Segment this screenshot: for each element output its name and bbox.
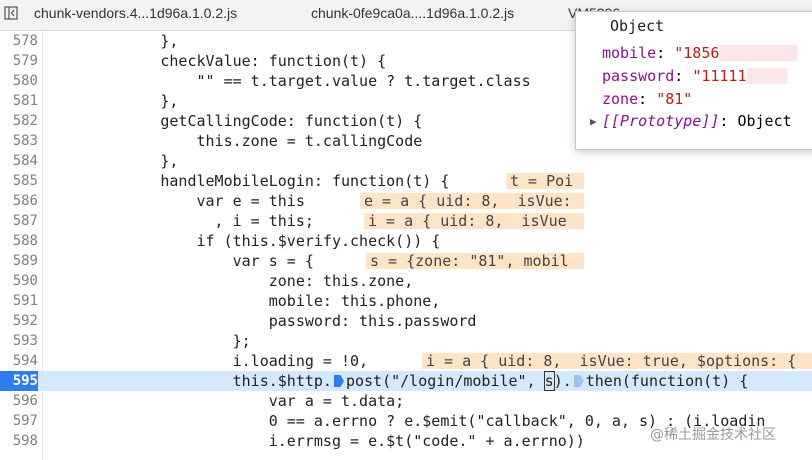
popup-title: Object [610, 17, 665, 35]
code-line: 586 var e = this e = a {_uid: 8, _isVue: [0, 191, 812, 211]
line-text: var e = this [52, 192, 305, 210]
line-number[interactable]: 596 [0, 391, 38, 411]
code-line: 590 zone: this.zone, [0, 271, 812, 291]
code-line: 588 if (this.$verify.check()) { [0, 231, 812, 251]
line-number[interactable]: 597 [0, 411, 38, 431]
hovered-variable[interactable]: s [543, 371, 555, 391]
line-text: handleMobileLogin: function(t) { [52, 172, 450, 190]
prototype-key: [[Prototype]] [602, 112, 720, 130]
line-number[interactable]: 578 [0, 31, 38, 51]
watermark: @稀土掘金技术社区 [650, 427, 776, 443]
line-number[interactable]: 585 [0, 171, 38, 191]
line-text: zone: this.zone, [52, 272, 414, 290]
line-text: , i = this; [52, 212, 314, 230]
line-number[interactable]: 581 [0, 91, 38, 111]
code-line-current: 595 this.$http. post("/login/mobile", s).… [0, 371, 812, 391]
line-text: var s = { [52, 252, 314, 270]
code-line: 585 handleMobileLogin: function(t) { t =… [0, 171, 812, 191]
line-text: password: this.password [52, 312, 477, 330]
inline-value-annotation[interactable]: i = a {_uid: 8, _isVue [364, 213, 584, 229]
call-args: ("/login/mobile", [382, 372, 545, 390]
inline-breakpoint-icon[interactable] [573, 375, 584, 387]
line-text: getCallingCode: function(t) { [52, 112, 423, 130]
property-value: "81" [656, 90, 693, 108]
line-number[interactable]: 592 [0, 311, 38, 331]
line-number[interactable]: 584 [0, 151, 38, 171]
property-key: zone [602, 90, 639, 108]
callback-args: (function(t) { [621, 372, 749, 390]
code-line: 591 mobile: this.phone, [0, 291, 812, 311]
code-line: 596 var a = t.data; [0, 391, 812, 411]
line-number[interactable]: 580 [0, 71, 38, 91]
object-property: zone: "81" [602, 90, 693, 108]
inline-value-annotation[interactable]: t = Poi [506, 173, 584, 189]
property-key: mobile [602, 44, 657, 62]
code-line: 587 , i = this; i = a {_uid: 8, _isVue [0, 211, 812, 231]
inline-breakpoint-icon[interactable] [333, 375, 344, 387]
object-property: password: "11111 [602, 67, 787, 85]
breakpoint-line-number[interactable]: 595 [0, 371, 38, 391]
line-number[interactable]: 588 [0, 231, 38, 251]
inline-value-annotation[interactable]: i = a {_uid: 8, _isVue: true, $options: … [422, 353, 812, 369]
inline-value-annotation[interactable]: s = {zone: "81", mobil [366, 253, 584, 269]
tab-chunk-vendors[interactable]: chunk-vendors.4...1d96a.1.0.2.js [34, 5, 237, 21]
line-text: }, [52, 32, 179, 50]
line-text: this.$http. post("/login/mobile", s). then… [52, 371, 748, 391]
line-number[interactable]: 598 [0, 431, 38, 451]
line-number[interactable]: 590 [0, 271, 38, 291]
line-text: i.errmsg = e.$t("code." + a.errno)) [52, 432, 585, 450]
line-number[interactable]: 589 [0, 251, 38, 271]
line-number[interactable]: 586 [0, 191, 38, 211]
variable-hover-popup[interactable]: Object mobile: "1856 password: "11111 zo… [575, 11, 812, 150]
line-text: }; [52, 332, 251, 350]
line-text: var a = t.data; [52, 392, 405, 410]
line-text: checkValue: function(t) { [52, 52, 387, 70]
line-number[interactable]: 591 [0, 291, 38, 311]
line-number[interactable]: 587 [0, 211, 38, 231]
line-text: "" == t.target.value ? t.target.class [52, 72, 531, 90]
code-line: 593 }; [0, 331, 812, 351]
line-text-prefix: this.$http. [52, 372, 332, 390]
line-number[interactable]: 594 [0, 351, 38, 371]
line-number[interactable]: 579 [0, 51, 38, 71]
call-args-close: ). [553, 372, 572, 390]
redaction-mask [746, 68, 787, 84]
line-number[interactable]: 583 [0, 131, 38, 151]
sidebar-toggle-icon[interactable] [4, 6, 18, 20]
prototype-value: Object [737, 112, 792, 130]
code-line: 589 var s = { s = {zone: "81", mobil [0, 251, 812, 271]
line-text: this.zone = t.callingCode [52, 132, 423, 150]
redaction-mask [719, 45, 798, 61]
property-value: "11111 [692, 67, 747, 85]
line-number[interactable]: 582 [0, 111, 38, 131]
prototype-row[interactable]: [[Prototype]]: Object [602, 112, 792, 130]
method-call-post: post [345, 372, 383, 390]
property-value: "1856 [674, 44, 720, 62]
line-number[interactable]: 593 [0, 331, 38, 351]
method-call-then: then [585, 372, 622, 390]
line-text: if (this.$verify.check()) { [52, 232, 441, 250]
code-line: 592 password: this.password [0, 311, 812, 331]
object-property: mobile: "1856 [602, 44, 798, 62]
tab-chunk-0fe9ca0a[interactable]: chunk-0fe9ca0a....1d96a.1.0.2.js [311, 5, 514, 21]
property-key: password [602, 67, 675, 85]
code-line: 594 i.loading = !0, i = a {_uid: 8, _isV… [0, 351, 812, 371]
expand-arrow-icon[interactable]: ▶ [590, 115, 597, 128]
inline-value-annotation[interactable]: e = a {_uid: 8, _isVue: [360, 193, 584, 209]
line-text: i.loading = !0, [52, 352, 369, 370]
code-line: 584 }, [0, 151, 812, 171]
line-text: mobile: this.phone, [52, 292, 441, 310]
line-text: }, [52, 152, 179, 170]
line-text: }, [52, 92, 179, 110]
